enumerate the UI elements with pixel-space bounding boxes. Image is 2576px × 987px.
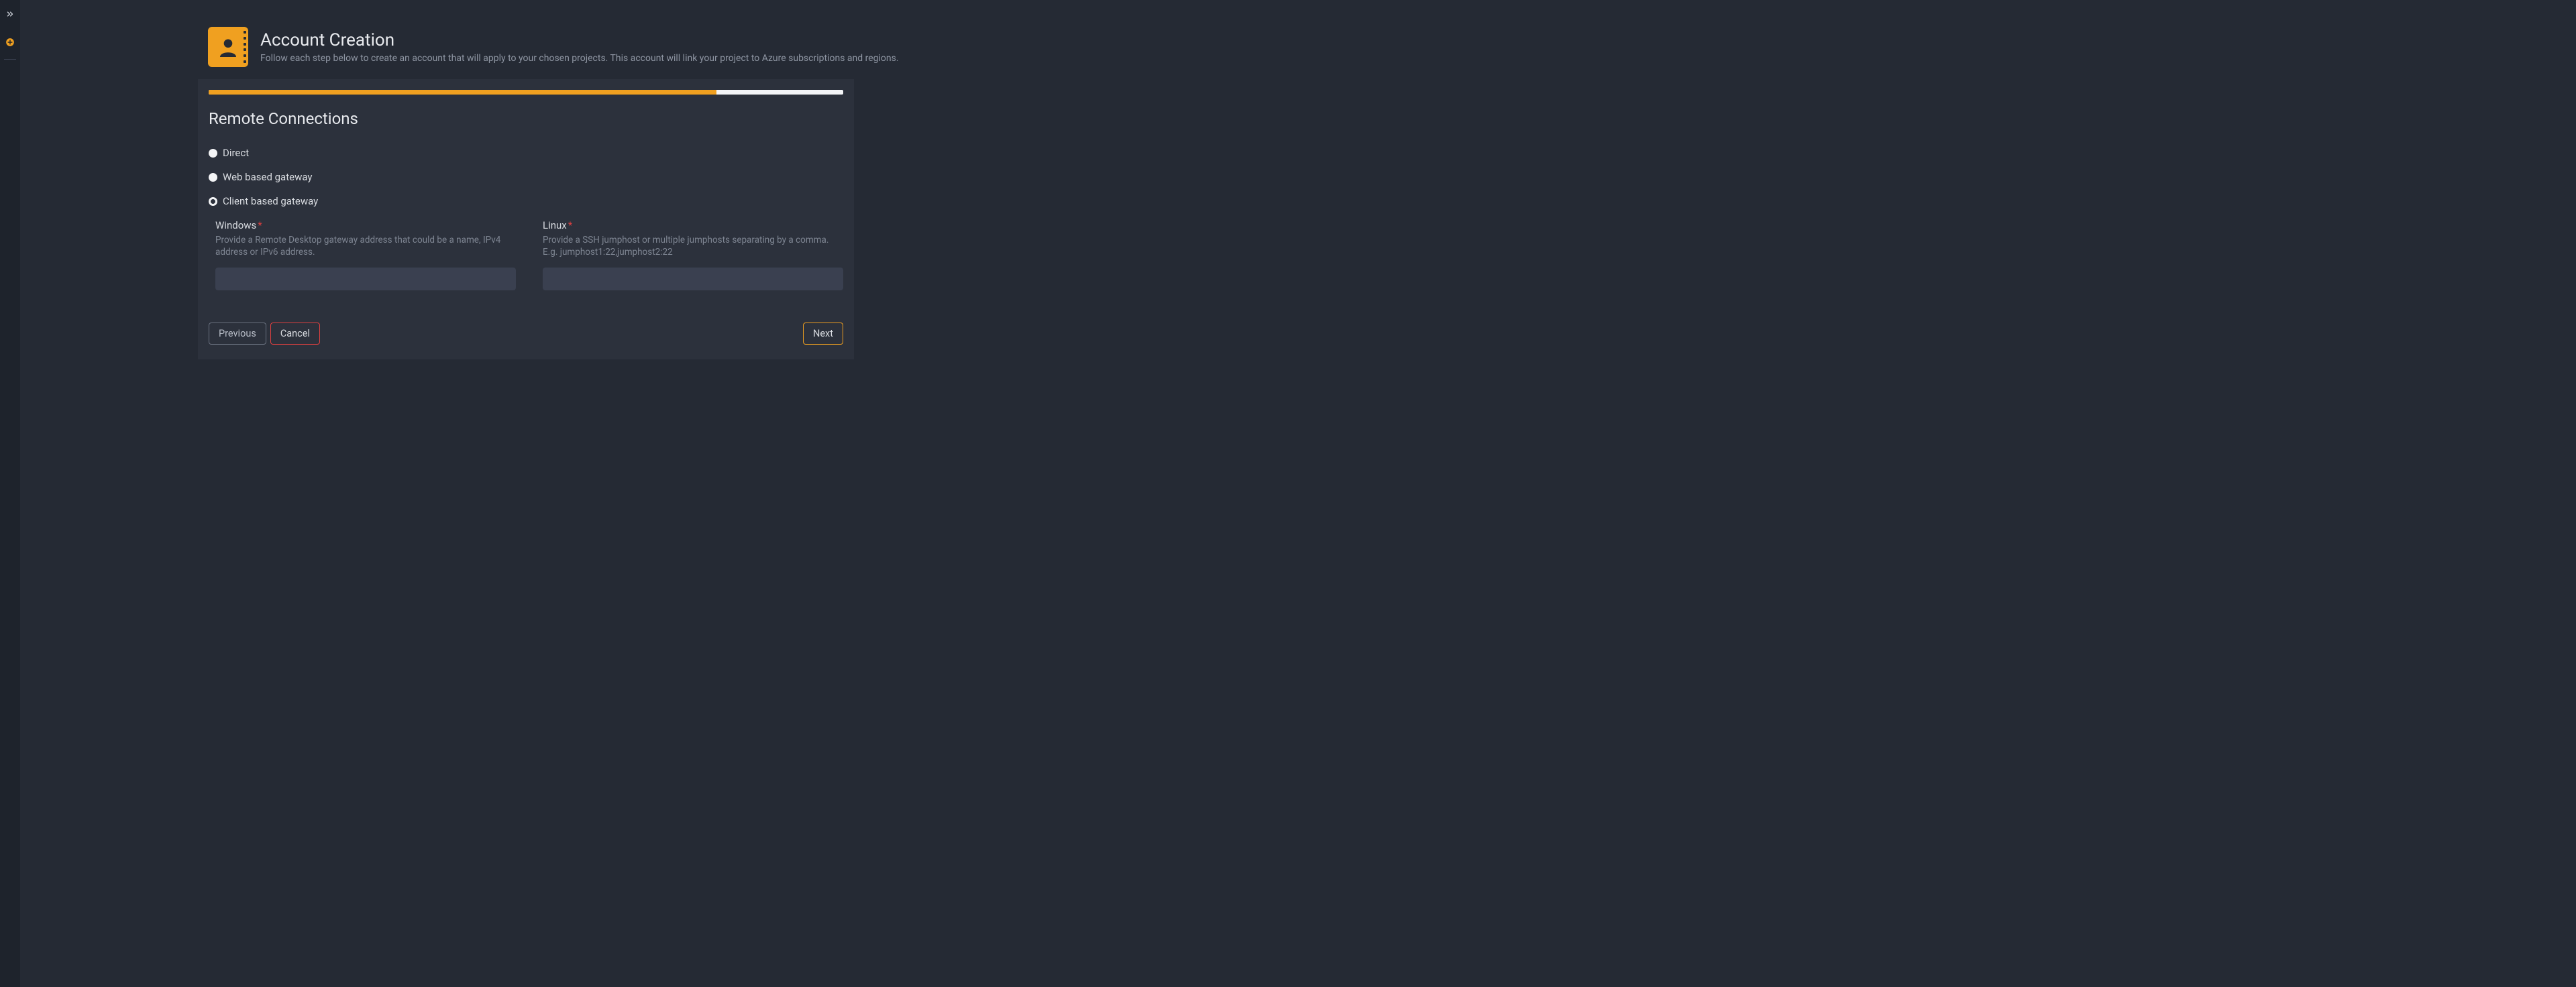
radio-client-gateway-label: Client based gateway [223, 195, 318, 207]
radio-client-gateway[interactable]: Client based gateway [209, 195, 843, 207]
linux-field-group: Linux* Provide a SSH jumphost or multipl… [543, 219, 843, 290]
main-content: Account Creation Follow each step below … [20, 0, 2576, 987]
windows-input[interactable] [215, 268, 516, 290]
account-book-icon [208, 27, 248, 67]
windows-help: Provide a Remote Desktop gateway address… [215, 234, 516, 259]
previous-button[interactable]: Previous [209, 323, 266, 345]
page-subtitle: Follow each step below to create an acco… [260, 53, 899, 64]
progress-fill [209, 90, 716, 95]
windows-field-group: Windows* Provide a Remote Desktop gatewa… [215, 219, 516, 290]
add-account-icon[interactable] [5, 38, 15, 50]
linux-label-text: Linux [543, 219, 567, 231]
page-title: Account Creation [260, 30, 899, 50]
radio-web-gateway-label: Web based gateway [223, 171, 313, 183]
next-button[interactable]: Next [803, 323, 843, 345]
wizard-buttons: Previous Cancel Next [209, 323, 843, 345]
wizard-card: Remote Connections Direct Web based gate… [198, 79, 854, 359]
radio-direct-input[interactable] [209, 149, 217, 158]
radio-client-gateway-input[interactable] [209, 197, 217, 206]
radio-web-gateway[interactable]: Web based gateway [209, 171, 843, 183]
windows-label: Windows* [215, 219, 516, 231]
progress-bar [209, 90, 843, 95]
linux-help: Provide a SSH jumphost or multiple jumph… [543, 234, 843, 259]
linux-input[interactable] [543, 268, 843, 290]
gateway-fields: Windows* Provide a Remote Desktop gatewa… [209, 219, 843, 290]
section-title: Remote Connections [209, 109, 843, 128]
expand-sidebar-icon[interactable] [5, 9, 15, 21]
sidebar [0, 0, 20, 987]
radio-web-gateway-input[interactable] [209, 173, 217, 182]
linux-label: Linux* [543, 219, 843, 231]
cancel-button[interactable]: Cancel [270, 323, 320, 345]
radio-direct-label: Direct [223, 147, 249, 159]
required-marker: * [258, 219, 262, 231]
sidebar-divider [4, 59, 16, 60]
windows-label-text: Windows [215, 219, 256, 231]
required-marker: * [568, 219, 572, 231]
page-header: Account Creation Follow each step below … [208, 27, 899, 67]
radio-direct[interactable]: Direct [209, 147, 843, 159]
